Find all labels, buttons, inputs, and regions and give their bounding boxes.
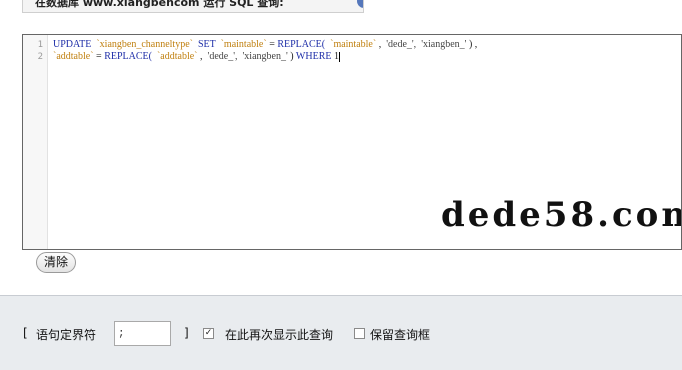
identifier-token: `addtable` [156, 51, 198, 62]
line-number-gutter: 1 2 [23, 35, 48, 249]
sql-query-title: 在数据库 www.xiangbencom 运行 SQL 查询: [35, 0, 284, 9]
operator-token: ) [287, 51, 296, 62]
identifier-token: `maintable` [220, 39, 267, 50]
code-line: `addtable` = REPLACE( `addtable` , 'dede… [53, 51, 340, 62]
line-number: 2 [37, 52, 43, 62]
keyword-token: WHERE [295, 51, 332, 62]
function-token: REPLACE( [104, 51, 152, 62]
string-token: 'xiangben_' [242, 51, 288, 62]
string-token: 'dede_', [207, 51, 238, 62]
identifier-token: `xiangben_channeltype` [96, 39, 193, 50]
delimiter-label: 语句定界符 [36, 328, 97, 342]
number-token: 1 [331, 51, 339, 62]
show-query-again-label[interactable]: 在此再次显示此查询 [225, 326, 333, 343]
sql-query-header: 在数据库 www.xiangbencom 运行 SQL 查询: ? [22, 0, 364, 13]
keyword-token: UPDATE [53, 39, 92, 50]
function-token: REPLACE( [277, 39, 326, 50]
sql-editor[interactable]: 1 2 UPDATE `xiangben_channeltype` SET `m… [22, 34, 682, 250]
string-token: 'xiangben_' [421, 39, 467, 50]
help-icon[interactable]: ? [357, 0, 363, 8]
keyword-token: SET [197, 39, 216, 50]
string-token: 'dede_', [386, 39, 417, 50]
delimiter-open-bracket: [ [23, 326, 28, 340]
operator-token: , [376, 39, 387, 50]
delimiter-input[interactable] [114, 321, 171, 346]
query-options-bar: [ 语句定界符 ] ✓ 在此再次显示此查询 保留查询框 [0, 295, 682, 370]
sql-code[interactable]: UPDATE `xiangben_channeltype` SET `maint… [53, 39, 681, 63]
operator-token: , [197, 51, 208, 62]
clear-button[interactable]: 清除 [36, 252, 76, 273]
delimiter-close-bracket: ] [184, 326, 189, 340]
identifier-token: `maintable` [330, 39, 377, 50]
identifier-token: `addtable` [53, 51, 94, 62]
keep-query-box-label[interactable]: 保留查询框 [370, 326, 430, 343]
line-number: 1 [37, 40, 43, 50]
text-caret [338, 51, 340, 62]
watermark-text: dede58.com [441, 195, 682, 235]
operator-token: = [93, 51, 105, 62]
show-query-again-checkbox[interactable]: ✓ [203, 328, 214, 339]
code-line: UPDATE `xiangben_channeltype` SET `maint… [53, 39, 477, 50]
keep-query-box-checkbox[interactable] [354, 328, 365, 339]
operator-token: ) , [466, 39, 478, 50]
